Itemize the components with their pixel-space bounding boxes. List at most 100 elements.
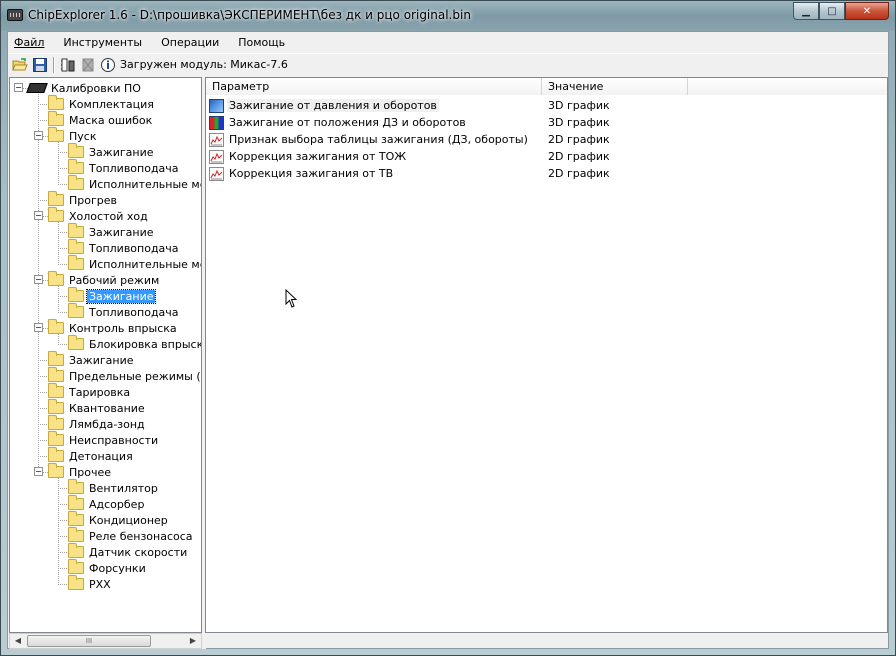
tree-item[interactable]: Лямбда-зонд — [48, 415, 147, 432]
tree-item[interactable]: Топливоподача — [68, 239, 181, 256]
parameter-row[interactable]: Зажигание от давления и оборотов 3D графи… — [206, 97, 887, 114]
tree-item[interactable]: − Прочее — [34, 463, 113, 480]
window-title: ChipExplorer 1.6 - D:\прошивка\ЭКСПЕРИМЕ… — [28, 8, 471, 22]
chip-disabled-button[interactable] — [78, 55, 98, 75]
tree-item[interactable]: Адсорбер — [68, 495, 146, 512]
folder-icon — [68, 575, 84, 590]
tree-item[interactable]: Прогрев — [48, 191, 119, 208]
menu-operations[interactable]: Операции — [159, 36, 230, 49]
folder-icon — [48, 111, 64, 126]
tree-item-label: Холостой ход — [69, 209, 148, 223]
tree-item-label: Лямбда-зонд — [69, 417, 145, 431]
client-area: Файл Инструменты Операции Помощь Загруже… — [7, 31, 889, 649]
tree-expander[interactable]: − — [34, 467, 43, 476]
menu-file[interactable]: Файл — [12, 36, 55, 49]
parameter-row[interactable]: Зажигание от положения ДЗ и оборотов 3D г… — [206, 114, 887, 131]
tree-item[interactable]: Зажигание — [48, 351, 135, 368]
tree-item[interactable]: Вентилятор — [68, 479, 160, 496]
parameter-name: Зажигание от положения ДЗ и оборотов — [229, 116, 466, 129]
tree-item[interactable]: − Пуск — [34, 127, 98, 144]
folder-icon — [68, 239, 84, 254]
tree-item[interactable]: Топливоподача — [68, 159, 181, 176]
parameter-name: Признак выбора таблицы зажигания (ДЗ, об… — [229, 133, 528, 146]
tree-item[interactable]: Комплектация — [48, 95, 156, 112]
app-window: ChipExplorer 1.6 - D:\прошивка\ЭКСПЕРИМЕ… — [0, 0, 896, 656]
tree-item-label: Форсунки — [89, 561, 146, 575]
toolbar-separator — [53, 56, 55, 73]
tree-item[interactable]: Форсунки — [68, 559, 148, 576]
tree-expander[interactable]: − — [34, 131, 43, 140]
menu-tools[interactable]: Инструменты — [61, 36, 153, 49]
folder-icon — [48, 463, 64, 478]
tree-item[interactable]: Исполнительные меха — [68, 255, 201, 272]
tree-item[interactable]: Блокировка впрыска — [68, 335, 202, 352]
tree-item[interactable]: Датчик скорости — [68, 543, 189, 560]
column-parameter[interactable]: Параметр — [206, 78, 542, 95]
info-icon — [101, 57, 115, 72]
tree-item-label: Блокировка впрыска — [89, 337, 202, 351]
menu-help[interactable]: Помощь — [236, 36, 296, 49]
parameter-row[interactable]: Коррекция зажигания от ТОЖ 2D график — [206, 148, 887, 165]
tree-item-label: Контроль впрыска — [69, 321, 177, 335]
window-controls: ▁ □ ✕ — [793, 2, 889, 20]
folder-icon — [48, 95, 64, 110]
tree-item-label: Вентилятор — [89, 481, 158, 495]
tree-item-label: Пуск — [69, 129, 97, 143]
tree-expander[interactable]: − — [14, 83, 23, 92]
tree-item-label: Прогрев — [69, 193, 117, 207]
folder-icon — [48, 447, 64, 462]
tree-item[interactable]: − Калибровки ПО — [14, 80, 143, 96]
tree-item[interactable]: − Контроль впрыска — [34, 319, 179, 336]
calibration-tree-panel[interactable]: − Калибровки ПО Комплектация Маска ошибок − П… — [9, 77, 202, 633]
tree-item-label: Реле бензонасоса — [89, 529, 193, 543]
minimize-button[interactable]: ▁ — [793, 2, 819, 20]
open-button[interactable] — [10, 55, 30, 75]
parameter-name: Коррекция зажигания от ТВ — [229, 167, 394, 180]
maximize-button[interactable]: □ — [819, 2, 845, 20]
tree-item[interactable]: − Рабочий режим — [34, 271, 161, 288]
tree-item[interactable]: Реле бензонасоса — [68, 527, 195, 544]
folder-icon — [68, 223, 84, 238]
folder-icon — [48, 271, 64, 286]
folder-icon — [68, 479, 84, 494]
tree-item[interactable]: Зажигание — [68, 287, 157, 304]
tree-item[interactable]: − Холостой ход — [34, 207, 150, 224]
tree-expander[interactable]: − — [34, 323, 43, 332]
info-button[interactable] — [98, 55, 118, 75]
tree-item[interactable]: Топливоподача — [68, 303, 181, 320]
chip-read-button[interactable] — [58, 55, 78, 75]
tree-item-label: Детонация — [69, 449, 133, 463]
parameter-row[interactable]: Коррекция зажигания от ТВ 2D график — [206, 165, 887, 182]
tree-item-label: Исполнительные меха — [89, 257, 201, 271]
parameter-name: Зажигание от давления и оборотов — [227, 99, 439, 112]
tree-item[interactable]: Маска ошибок — [48, 111, 154, 128]
menu-file-label: Файл — [14, 35, 45, 49]
tree-expander[interactable]: − — [34, 275, 43, 284]
close-button[interactable]: ✕ — [845, 2, 889, 20]
tree-item[interactable]: Исполнительные меха — [68, 175, 201, 192]
tree-expander[interactable]: − — [34, 211, 43, 220]
folder-icon — [48, 367, 64, 382]
tree-item[interactable]: Детонация — [48, 447, 135, 464]
save-button[interactable] — [30, 55, 50, 75]
tree-item[interactable]: Зажигание — [68, 223, 155, 240]
tree-item-label: Прочее — [69, 465, 112, 479]
tree-item-label: Зажигание — [85, 288, 157, 304]
column-value[interactable]: Значение — [542, 78, 688, 95]
tree-item[interactable]: Тарировка — [48, 383, 132, 400]
tree-item[interactable]: РХХ — [68, 575, 113, 592]
title-bar[interactable]: ChipExplorer 1.6 - D:\прошивка\ЭКСПЕРИМЕ… — [1, 1, 895, 31]
tree-item[interactable]: Кондиционер — [68, 511, 170, 528]
folder-icon — [48, 431, 64, 446]
parameter-list-panel[interactable]: Параметр Значение Зажигание от давления … — [205, 77, 888, 633]
tree-item[interactable]: Квантование — [48, 399, 147, 416]
folder-icon — [68, 303, 84, 318]
3d-graph-icon — [209, 98, 224, 113]
tree-item-label: Исполнительные меха — [89, 177, 201, 191]
chip-app-icon[interactable] — [7, 9, 23, 21]
parameter-value: 3D график — [548, 99, 610, 112]
parameter-row[interactable]: Признак выбора таблицы зажигания (ДЗ, об… — [206, 131, 887, 148]
tree-item[interactable]: Предельные режимы (вкл — [48, 367, 201, 384]
tree-item[interactable]: Зажигание — [68, 143, 155, 160]
tree-item[interactable]: Неисправности — [48, 431, 160, 448]
